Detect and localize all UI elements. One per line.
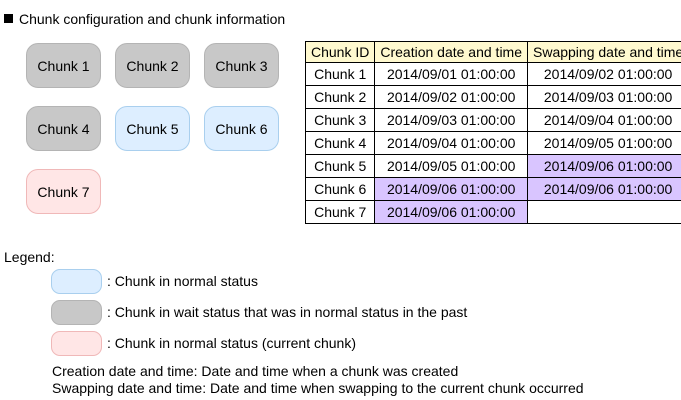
cell-chunk-id: Chunk 4 (304, 131, 376, 155)
diagram-title: Chunk configuration and chunk informatio… (4, 11, 285, 27)
chunk-box-5: Chunk 5 (115, 106, 190, 151)
title-text: Chunk configuration and chunk informatio… (19, 11, 286, 27)
chunk-label: Chunk 4 (37, 120, 90, 137)
cell-swapping: 2014/09/04 01:00:00 (526, 108, 681, 132)
cell-chunk-id: Chunk 2 (304, 85, 376, 109)
legend-swatch-current (51, 331, 102, 356)
chunk-label: Chunk 7 (37, 183, 90, 200)
header-creation: Creation date and time (374, 41, 528, 63)
chunk-info-table: Chunk ID Creation date and time Swapping… (304, 41, 681, 224)
legend-swatch-normal (51, 269, 102, 294)
chunk-label: Chunk 1 (37, 57, 90, 74)
table-row: Chunk 4 2014/09/04 01:00:00 2014/09/05 0… (304, 131, 681, 155)
table-row: Chunk 2 2014/09/02 01:00:00 2014/09/03 0… (304, 85, 681, 109)
chunk-box-7: Chunk 7 (26, 169, 101, 214)
legend-text-wait: : Chunk in wait status that was in norma… (107, 304, 468, 320)
cell-swapping: 2014/09/06 01:00:00 (526, 177, 681, 201)
cell-creation: 2014/09/03 01:00:00 (374, 108, 528, 132)
cell-chunk-id: Chunk 7 (304, 200, 376, 224)
cell-swapping (526, 200, 681, 224)
chunk-box-2: Chunk 2 (115, 43, 190, 88)
note-swapping: Swapping date and time: Date and time wh… (52, 380, 584, 396)
chunk-label: Chunk 6 (215, 120, 268, 137)
chunk-box-4: Chunk 4 (26, 106, 101, 151)
header-chunk-id: Chunk ID (304, 41, 376, 63)
table-row: Chunk 5 2014/09/05 01:00:00 2014/09/06 0… (304, 154, 681, 178)
chunk-label: Chunk 2 (126, 57, 179, 74)
cell-swapping: 2014/09/02 01:00:00 (526, 62, 681, 86)
square-bullet-icon (4, 14, 13, 23)
cell-creation: 2014/09/04 01:00:00 (374, 131, 528, 155)
note-creation: Creation date and time: Date and time wh… (52, 363, 459, 379)
table-row: Chunk 6 2014/09/06 01:00:00 2014/09/06 0… (304, 177, 681, 201)
chunk-label: Chunk 5 (126, 120, 179, 137)
table-row: Chunk 1 2014/09/01 01:00:00 2014/09/02 0… (304, 62, 681, 86)
chunk-box-3: Chunk 3 (204, 43, 279, 88)
header-swapping: Swapping date and time (526, 41, 681, 63)
cell-swapping: 2014/09/03 01:00:00 (526, 85, 681, 109)
table-row: Chunk 7 2014/09/06 01:00:00 (304, 200, 681, 224)
table-header-row: Chunk ID Creation date and time Swapping… (304, 41, 681, 63)
legend-text-current: : Chunk in normal status (current chunk) (107, 335, 356, 351)
cell-creation: 2014/09/06 01:00:00 (374, 200, 528, 224)
cell-swapping: 2014/09/06 01:00:00 (526, 154, 681, 178)
cell-chunk-id: Chunk 5 (304, 154, 376, 178)
legend-swatch-wait (51, 300, 102, 325)
cell-chunk-id: Chunk 6 (304, 177, 376, 201)
cell-swapping: 2014/09/05 01:00:00 (526, 131, 681, 155)
chunk-box-1: Chunk 1 (26, 43, 101, 88)
chunk-box-6: Chunk 6 (204, 106, 279, 151)
table-row: Chunk 3 2014/09/03 01:00:00 2014/09/04 0… (304, 108, 681, 132)
cell-chunk-id: Chunk 3 (304, 108, 376, 132)
cell-chunk-id: Chunk 1 (304, 62, 376, 86)
chunk-label: Chunk 3 (215, 57, 268, 74)
legend-text-normal: : Chunk in normal status (107, 273, 258, 289)
cell-creation: 2014/09/02 01:00:00 (374, 85, 528, 109)
legend-label: Legend: (4, 249, 55, 265)
cell-creation: 2014/09/05 01:00:00 (374, 154, 528, 178)
cell-creation: 2014/09/06 01:00:00 (374, 177, 528, 201)
cell-creation: 2014/09/01 01:00:00 (374, 62, 528, 86)
